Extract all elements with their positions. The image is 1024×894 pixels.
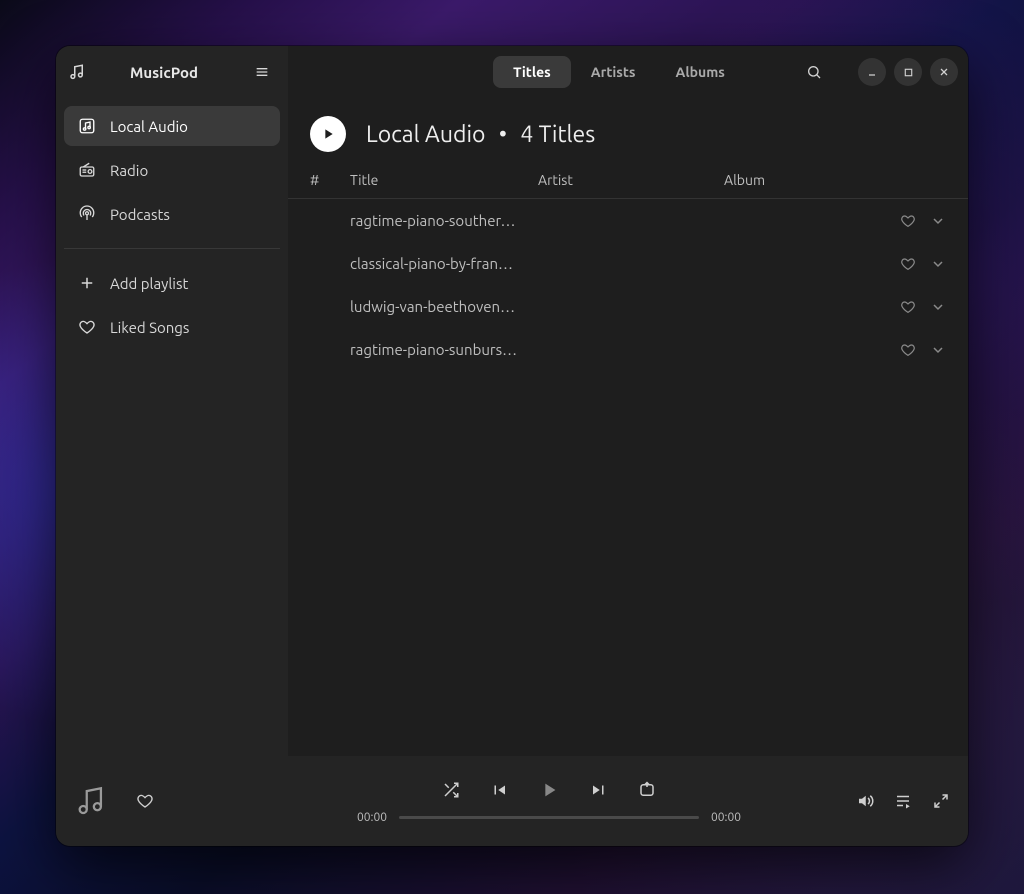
sidebar-item-label: Radio (110, 162, 148, 179)
search-button[interactable] (800, 58, 828, 86)
queue-button[interactable] (894, 792, 912, 810)
column-artist[interactable]: Artist (538, 172, 724, 188)
sidebar-item-label: Local Audio (110, 118, 188, 135)
progress-bar[interactable] (399, 816, 699, 819)
page-title: Local Audio • 4 Titles (366, 122, 595, 147)
app-window: MusicPod Local Audio (56, 46, 968, 846)
play-all-button[interactable] (310, 116, 346, 152)
main-area: Titles Artists Albums (288, 46, 968, 756)
volume-button[interactable] (856, 792, 874, 810)
chevron-down-icon[interactable] (930, 213, 946, 229)
track-title: ragtime-piano-sunburs… (310, 341, 538, 358)
chevron-down-icon[interactable] (930, 342, 946, 358)
window-maximize-button[interactable] (894, 58, 922, 86)
sidebar-item-podcasts[interactable]: Podcasts (64, 194, 280, 234)
column-album[interactable]: Album (724, 172, 946, 188)
window-minimize-button[interactable] (858, 58, 886, 86)
time-elapsed: 00:00 (357, 811, 387, 824)
track-title: classical-piano-by-fran… (310, 255, 538, 272)
sidebar-item-label: Liked Songs (110, 319, 189, 336)
app-title: MusicPod (96, 64, 238, 81)
sidebar-item-label: Podcasts (110, 206, 170, 223)
sidebar-item-liked-songs[interactable]: Liked Songs (64, 307, 280, 347)
music-note-icon (68, 63, 86, 81)
tab-titles[interactable]: Titles (493, 56, 571, 88)
sidebar-nav: Local Audio Radio (56, 98, 288, 355)
sidebar: MusicPod Local Audio (56, 46, 288, 756)
column-number[interactable]: # (310, 172, 350, 188)
view-tabs: Titles Artists Albums (493, 56, 745, 88)
track-row[interactable]: ragtime-piano-sunburs… (288, 328, 968, 371)
sidebar-separator (64, 248, 280, 249)
track-title: ragtime-piano-souther… (310, 212, 538, 229)
tab-albums[interactable]: Albums (656, 56, 745, 88)
play-button[interactable] (538, 779, 560, 801)
track-row[interactable]: ludwig-van-beethoven… (288, 285, 968, 328)
sidebar-item-label: Add playlist (110, 275, 188, 292)
heart-icon (78, 318, 96, 336)
chevron-down-icon[interactable] (930, 299, 946, 315)
chevron-down-icon[interactable] (930, 256, 946, 272)
shuffle-button[interactable] (442, 781, 460, 799)
like-button[interactable] (136, 792, 154, 810)
now-playing-art-placeholder (74, 784, 108, 818)
fullscreen-button[interactable] (932, 792, 950, 810)
track-list: ragtime-piano-souther… classical-piano-b… (288, 199, 968, 756)
sidebar-item-radio[interactable]: Radio (64, 150, 280, 190)
heart-icon[interactable] (900, 256, 916, 272)
window-close-button[interactable] (930, 58, 958, 86)
repeat-button[interactable] (638, 781, 656, 799)
track-row[interactable]: classical-piano-by-fran… (288, 242, 968, 285)
player-bar: 00:00 00:00 (56, 756, 968, 846)
radio-icon (78, 161, 96, 179)
sidebar-item-add-playlist[interactable]: Add playlist (64, 263, 280, 303)
page-title-row: Local Audio • 4 Titles (288, 98, 968, 166)
square-music-icon (78, 117, 96, 135)
plus-icon (78, 274, 96, 292)
podcast-icon (78, 205, 96, 223)
heart-icon[interactable] (900, 342, 916, 358)
menu-button[interactable] (248, 58, 276, 86)
track-title: ludwig-van-beethoven… (310, 298, 538, 315)
next-button[interactable] (590, 781, 608, 799)
column-headers: # Title Artist Album (288, 166, 968, 199)
column-title[interactable]: Title (350, 172, 538, 188)
main-header: Titles Artists Albums (288, 46, 968, 98)
sidebar-item-local-audio[interactable]: Local Audio (64, 106, 280, 146)
heart-icon[interactable] (900, 213, 916, 229)
previous-button[interactable] (490, 781, 508, 799)
track-row[interactable]: ragtime-piano-souther… (288, 199, 968, 242)
time-total: 00:00 (711, 811, 741, 824)
sidebar-header: MusicPod (56, 46, 288, 98)
tab-artists[interactable]: Artists (571, 56, 656, 88)
heart-icon[interactable] (900, 299, 916, 315)
